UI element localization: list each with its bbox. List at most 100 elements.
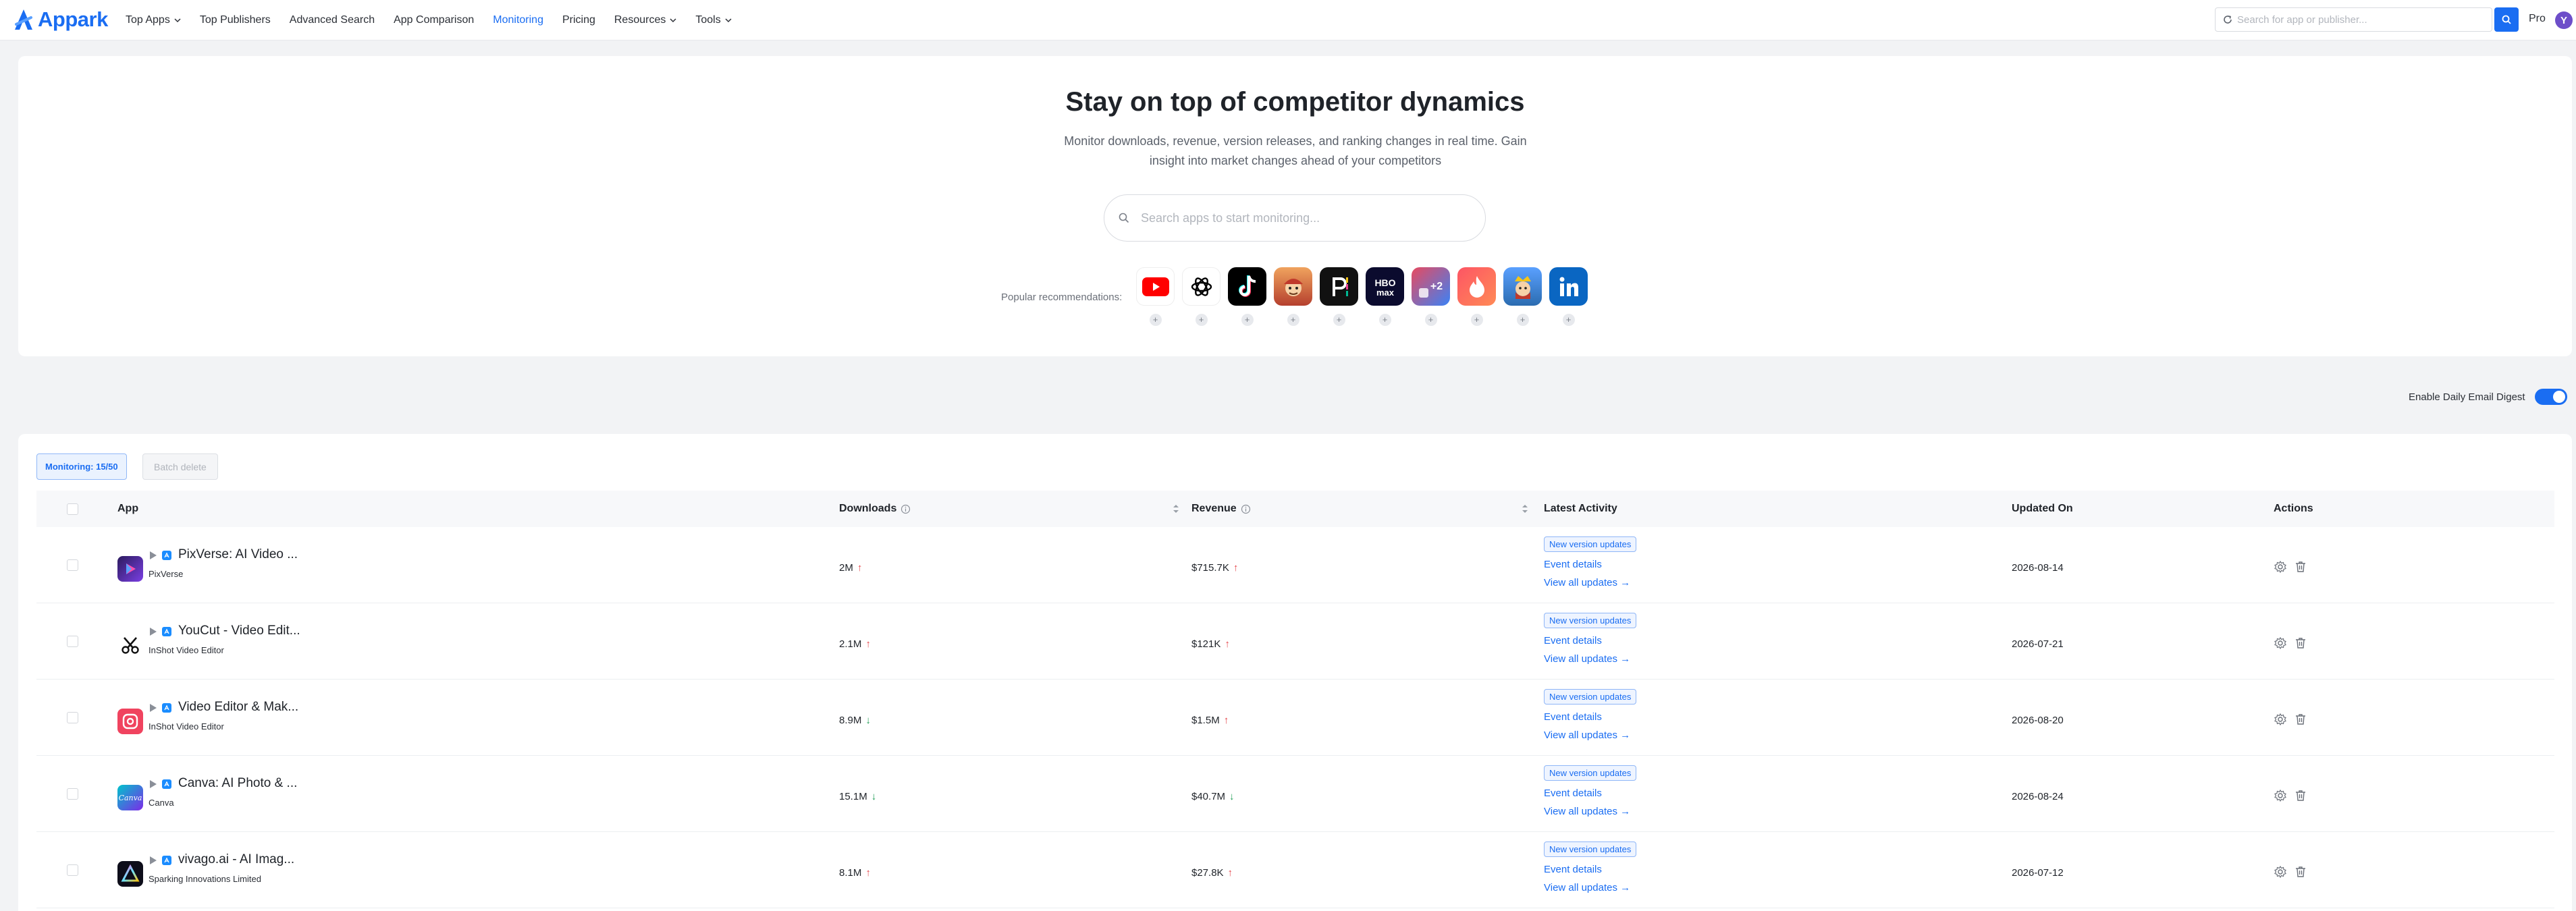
app-publisher: Sparking Innovations Limited <box>149 874 261 884</box>
view-all-updates-link[interactable]: View all updates → <box>1544 882 1636 893</box>
app-name-link[interactable]: Canva: AI Photo & ... <box>178 776 297 791</box>
nav-monitoring[interactable]: Monitoring <box>493 14 543 26</box>
settings-gear-icon[interactable] <box>2274 865 2287 879</box>
add-recommendation-button[interactable]: + <box>1562 314 1575 326</box>
revenue-value: $121K ↑ <box>1191 638 1230 650</box>
monitoring-table-panel: Monitoring: 15/50 Batch delete App Downl… <box>18 434 2572 911</box>
pixverse-icon[interactable] <box>117 556 143 582</box>
sort-icon[interactable] <box>1173 503 1179 514</box>
nav-tools[interactable]: Tools <box>695 14 732 26</box>
game-character-icon[interactable] <box>1274 267 1312 306</box>
row-checkbox[interactable] <box>67 864 78 876</box>
google-play-icon <box>150 704 157 712</box>
nav-top-apps[interactable]: Top Apps <box>126 14 181 26</box>
select-all-checkbox[interactable] <box>67 503 78 515</box>
add-recommendation-button[interactable]: + <box>1378 314 1391 326</box>
picsart-icon[interactable] <box>1320 267 1358 306</box>
youtube-icon[interactable] <box>1136 267 1175 306</box>
add-recommendation-button[interactable]: + <box>1287 314 1299 326</box>
trend-up-icon: ↑ <box>1225 638 1230 650</box>
batch-delete-button[interactable]: Batch delete <box>142 453 218 480</box>
add-recommendation-button[interactable]: + <box>1424 314 1437 326</box>
tinder-icon[interactable] <box>1457 267 1496 306</box>
header-select-all <box>67 491 78 527</box>
linkedin-icon[interactable] <box>1549 267 1588 306</box>
appark-logo-icon <box>15 9 32 30</box>
recommendations-list: + + + + + HBO max + +2 + + + + <box>1136 267 1588 326</box>
row-checkbox[interactable] <box>67 559 78 571</box>
global-search-input[interactable] <box>2237 13 2480 26</box>
user-avatar[interactable]: Y <box>2555 11 2573 29</box>
chatgpt-icon[interactable] <box>1182 267 1220 306</box>
view-all-updates-link[interactable]: View all updates → <box>1544 653 1636 665</box>
nav-top-publishers[interactable]: Top Publishers <box>200 14 271 26</box>
event-details-link[interactable]: Event details <box>1544 788 1636 799</box>
view-all-updates-link[interactable]: View all updates → <box>1544 806 1636 817</box>
delete-trash-icon[interactable] <box>2294 713 2307 726</box>
app-name-link[interactable]: YouCut - Video Edit... <box>178 624 300 638</box>
clash-royale-icon[interactable] <box>1503 267 1542 306</box>
view-all-updates-link[interactable]: View all updates → <box>1544 729 1636 741</box>
settings-gear-icon[interactable] <box>2274 636 2287 650</box>
vivago-icon[interactable] <box>117 861 143 887</box>
nav-resources[interactable]: Resources <box>614 14 676 26</box>
add-recommendation-button[interactable]: + <box>1149 314 1162 326</box>
add-recommendation-button[interactable]: + <box>1516 314 1529 326</box>
app-name-link[interactable]: Video Editor & Mak... <box>178 700 298 715</box>
info-icon[interactable] <box>901 504 911 514</box>
revenue-text: $27.8K <box>1191 867 1224 879</box>
canva-icon[interactable]: Canva <box>117 785 143 810</box>
nav-app-comparison[interactable]: App Comparison <box>394 14 474 26</box>
event-details-link[interactable]: Event details <box>1544 635 1636 646</box>
revenue-text: $121K <box>1191 638 1221 650</box>
delete-trash-icon[interactable] <box>2294 560 2307 574</box>
plan-label[interactable]: Pro <box>2529 13 2546 25</box>
event-details-link[interactable]: Event details <box>1544 864 1636 875</box>
scissors-icon[interactable] <box>117 632 143 658</box>
app-publisher: InShot Video Editor <box>149 721 224 731</box>
header-revenue-label: Revenue <box>1191 503 1237 514</box>
hbo-max-icon[interactable]: HBO max <box>1366 267 1404 306</box>
header-actions: Actions <box>2274 491 2313 527</box>
nav-tools-label: Tools <box>695 14 721 26</box>
add-recommendation-button[interactable]: + <box>1195 314 1208 326</box>
event-details-link[interactable]: Event details <box>1544 711 1636 723</box>
hero-search-box <box>1104 194 1486 242</box>
chevron-down-icon <box>725 18 732 23</box>
global-search-button[interactable] <box>2494 7 2519 32</box>
hero-search-input[interactable] <box>1141 211 1465 225</box>
refresh-icon[interactable] <box>2222 14 2233 25</box>
nav-advanced-search[interactable]: Advanced Search <box>290 14 375 26</box>
add-recommendation-button[interactable]: + <box>1470 314 1483 326</box>
header-actions-label: Actions <box>2274 503 2313 514</box>
app-publisher: Canva <box>149 798 174 808</box>
event-details-link[interactable]: Event details <box>1544 559 1636 570</box>
downloads-text: 2.1M <box>839 638 862 650</box>
header-downloads[interactable]: Downloads <box>839 491 911 527</box>
game-plus2-icon[interactable]: +2 <box>1412 267 1450 306</box>
add-recommendation-button[interactable]: + <box>1241 314 1254 326</box>
email-digest-toggle[interactable] <box>2534 389 2567 405</box>
sort-icon[interactable] <box>1522 503 1528 514</box>
tiktok-icon[interactable] <box>1228 267 1266 306</box>
view-all-updates-link[interactable]: View all updates → <box>1544 577 1636 588</box>
add-recommendation-button[interactable]: + <box>1333 314 1345 326</box>
header-downloads-label: Downloads <box>839 503 897 514</box>
delete-trash-icon[interactable] <box>2294 865 2307 879</box>
header-revenue[interactable]: Revenue <box>1191 491 1251 527</box>
row-checkbox[interactable] <box>67 636 78 647</box>
delete-trash-icon[interactable] <box>2294 636 2307 650</box>
settings-gear-icon[interactable] <box>2274 713 2287 726</box>
settings-gear-icon[interactable] <box>2274 789 2287 802</box>
app-name-link[interactable]: PixVerse: AI Video ... <box>178 547 298 562</box>
inshot-icon[interactable] <box>117 709 143 734</box>
nav-pricing[interactable]: Pricing <box>562 14 595 26</box>
app-name-link[interactable]: vivago.ai - AI Imag... <box>178 852 294 867</box>
chevron-down-icon <box>670 18 676 23</box>
row-checkbox[interactable] <box>67 712 78 723</box>
brand-logo[interactable]: Appark <box>14 7 108 32</box>
row-checkbox[interactable] <box>67 788 78 800</box>
info-icon[interactable] <box>1241 504 1251 514</box>
settings-gear-icon[interactable] <box>2274 560 2287 574</box>
delete-trash-icon[interactable] <box>2294 789 2307 802</box>
